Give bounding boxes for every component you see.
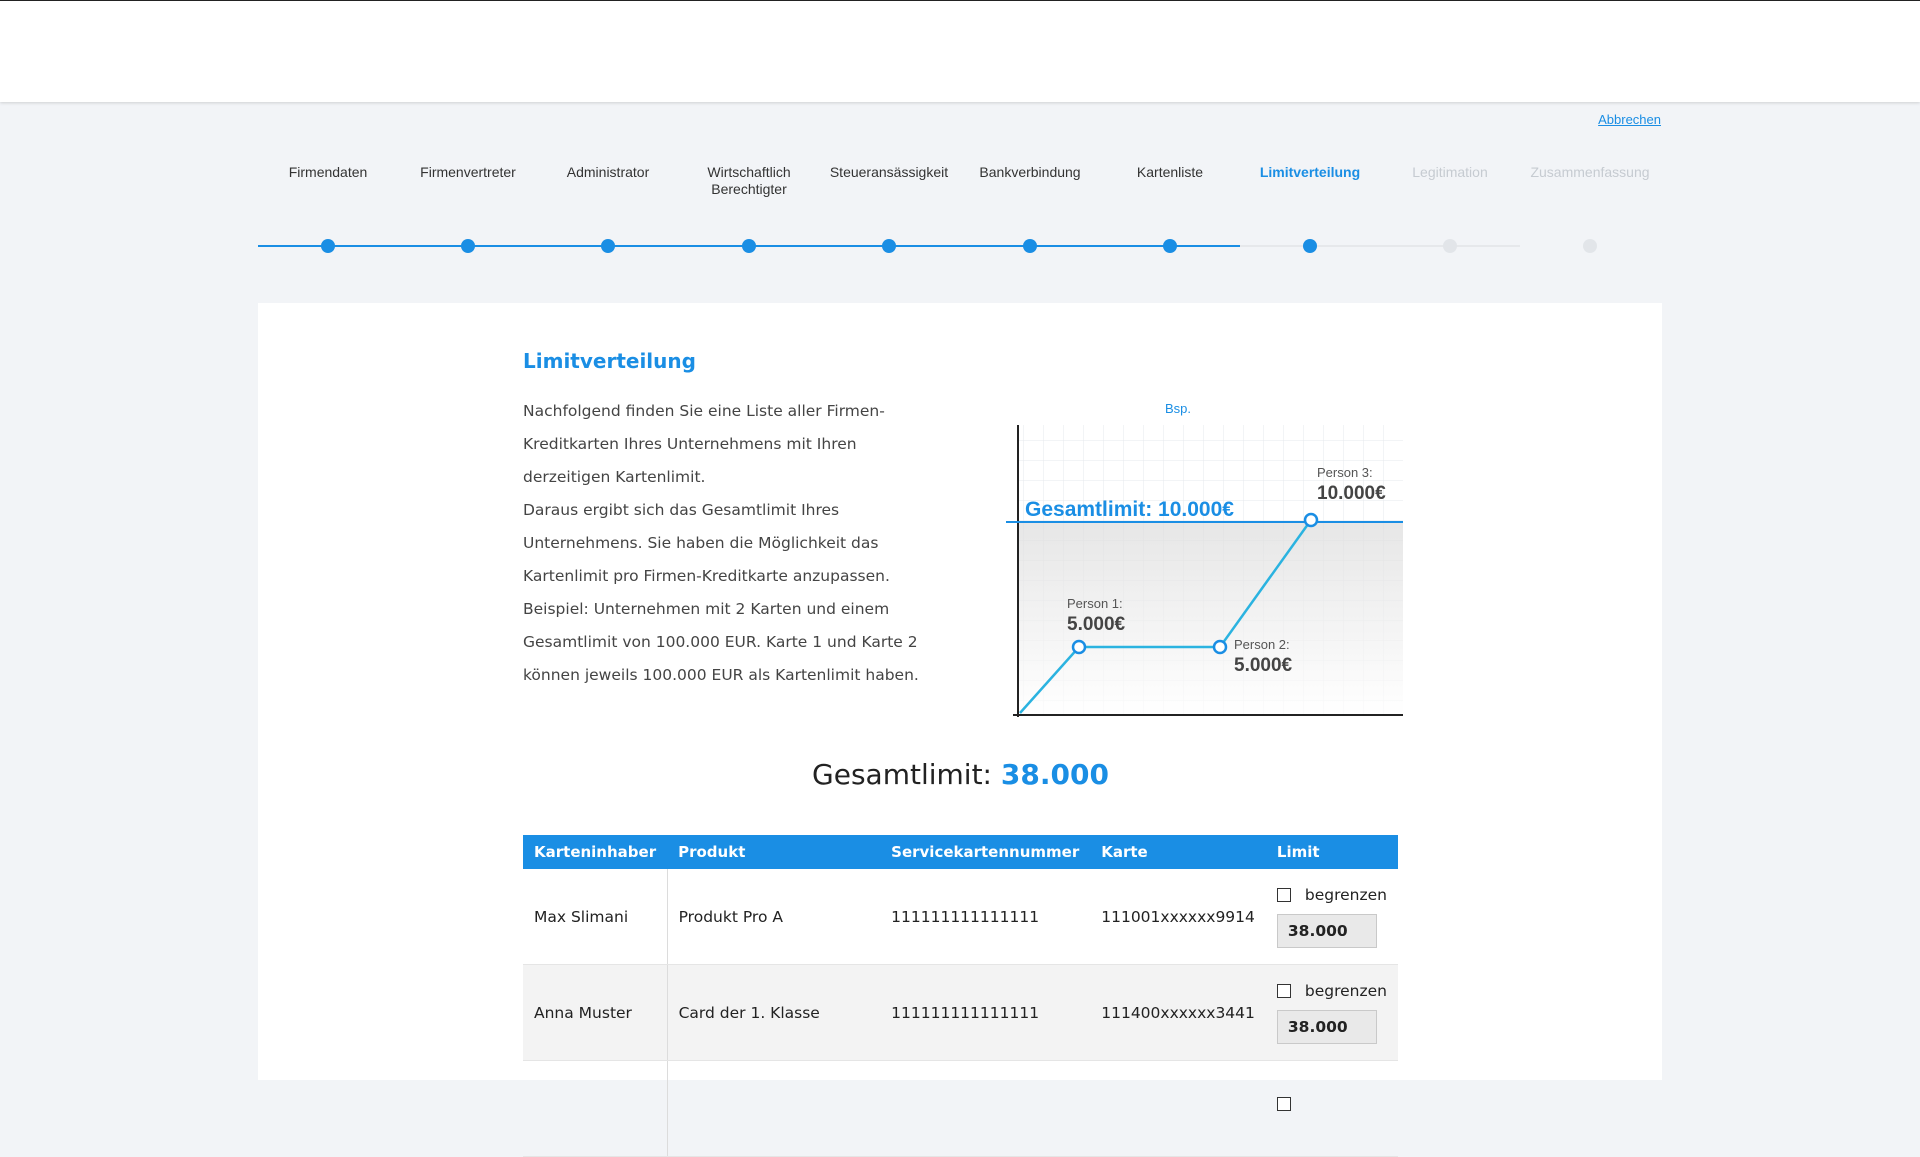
top-header-bar — [0, 0, 1920, 102]
table-header-row: Karteninhaber Produkt Servicekartennumme… — [523, 835, 1398, 869]
cell-card-number — [1090, 1060, 1266, 1157]
step-label: Legitimation — [1412, 164, 1488, 180]
example-chart-svg: Bsp. Gesamtlimit: 10.000€ Person 1: 5.00… — [1006, 401, 1403, 717]
cell-limit — [1265, 1060, 1398, 1157]
total-limit-value: 38.000 — [1000, 758, 1109, 791]
chart-point-name: Person 1: — [1067, 596, 1123, 611]
cell-card-number: 111001xxxxxx9914 — [1090, 869, 1266, 965]
step-legitimation: Legitimation — [1380, 164, 1520, 253]
step-label: Administrator — [566, 164, 650, 180]
step-dot — [1163, 239, 1177, 253]
chart-total-label: Gesamtlimit: 10.000€ — [1025, 498, 1234, 521]
stepper-remaining-line — [1240, 245, 1520, 247]
cell-service-number — [880, 1060, 1091, 1157]
column-header-karteninhaber: Karteninhaber — [523, 835, 668, 869]
main-card: Limitverteilung Nachfolgend finden Sie e… — [258, 303, 1662, 1157]
description-paragraph: Daraus ergibt sich das Gesamtlimit Ihres… — [523, 501, 890, 585]
step-label: Kartenliste — [1136, 164, 1204, 180]
limit-checkbox[interactable] — [1276, 1096, 1291, 1111]
step-bankverbindung[interactable]: Bankverbindung — [960, 164, 1100, 253]
step-dot — [461, 239, 475, 253]
limit-input[interactable] — [1276, 913, 1377, 948]
chart-point-name: Person 2: — [1234, 637, 1290, 652]
limit-checkbox-row — [1276, 1096, 1387, 1111]
column-header-limit: Limit — [1265, 835, 1398, 869]
chart-caption: Bsp. — [1165, 401, 1191, 416]
cell-product: Produkt Pro A — [667, 869, 881, 965]
chart-point-person-1 — [1071, 639, 1087, 655]
limit-checkbox-label: begrenzen — [1304, 981, 1387, 1000]
description-paragraph: Nachfolgend finden Sie eine Liste aller … — [523, 402, 885, 486]
step-dot — [882, 239, 896, 253]
step-administrator[interactable]: Administrator — [538, 164, 678, 253]
step-dot — [1303, 239, 1317, 253]
cell-holder: Anna Muster — [523, 964, 668, 1061]
limit-checkbox[interactable] — [1276, 887, 1291, 902]
limit-input[interactable] — [1276, 1009, 1377, 1044]
chart-point-person-2 — [1212, 639, 1228, 655]
cell-limit: begrenzen — [1265, 869, 1398, 965]
chart-point-value: 5.000€ — [1234, 655, 1293, 676]
step-dot — [1583, 239, 1597, 253]
chart-point-name: Person 3: — [1317, 465, 1373, 480]
cell-product: Card der 1. Klasse — [667, 964, 881, 1061]
step-label: Firmenvertreter — [420, 164, 516, 180]
table-row — [523, 1060, 1398, 1157]
cell-limit: begrenzen — [1265, 964, 1398, 1061]
chart-point-value: 10.000€ — [1317, 483, 1386, 504]
step-label: Wirtschaftlich Berechtigter — [707, 164, 791, 197]
column-header-produkt: Produkt — [667, 835, 881, 869]
step-zusammenfassung: Zusammenfassung — [1520, 164, 1660, 253]
limit-checkbox-row: begrenzen — [1276, 981, 1387, 1000]
step-dot — [742, 239, 756, 253]
cell-service-number: 111111111111111 — [880, 964, 1091, 1061]
cell-holder — [523, 1060, 668, 1157]
step-wirtschaftlich-berechtigter[interactable]: Wirtschaftlich Berechtigter — [679, 164, 819, 253]
column-header-karte: Karte — [1090, 835, 1266, 869]
cell-holder: Max Slimani — [523, 869, 668, 965]
step-label: Zusammenfassung — [1530, 164, 1650, 180]
limit-checkbox[interactable] — [1276, 983, 1291, 998]
chart-point-person-3 — [1303, 512, 1319, 528]
card-limit-table: Karteninhaber Produkt Servicekartennumme… — [523, 835, 1398, 1157]
step-limitverteilung[interactable]: Limitverteilung — [1240, 164, 1380, 253]
example-limit-chart: Bsp. Gesamtlimit: 10.000€ Person 1: 5.00… — [983, 400, 1403, 725]
step-label: Bankverbindung — [979, 164, 1081, 180]
step-firmendaten[interactable]: Firmendaten — [258, 164, 398, 253]
total-limit: Gesamtlimit: 38.000 — [523, 758, 1398, 791]
step-steueransaessigkeit[interactable]: Steueransässigkeit — [819, 164, 959, 253]
step-dot — [1443, 239, 1457, 253]
step-label: Firmendaten — [288, 164, 368, 180]
step-label: Steueransässigkeit — [829, 164, 949, 180]
column-header-servicekartennummer: Servicekartennummer — [880, 835, 1091, 869]
cell-product — [667, 1060, 881, 1157]
section-description: Nachfolgend finden Sie eine Liste aller … — [523, 395, 943, 692]
cell-service-number: 111111111111111 — [880, 869, 1091, 965]
progress-stepper: Firmendaten Firmenvertreter Administrato… — [258, 164, 1662, 264]
step-firmenvertreter[interactable]: Firmenvertreter — [398, 164, 538, 253]
table-row: Anna Muster Card der 1. Klasse 111111111… — [523, 964, 1398, 1061]
step-dot — [1023, 239, 1037, 253]
limit-checkbox-row: begrenzen — [1276, 885, 1387, 904]
step-dot — [601, 239, 615, 253]
description-paragraph: Beispiel: Unternehmen mit 2 Karten und e… — [523, 600, 919, 684]
table-row: Max Slimani Produkt Pro A 11111111111111… — [523, 869, 1398, 965]
step-kartenliste[interactable]: Kartenliste — [1100, 164, 1240, 253]
chart-point-value: 5.000€ — [1067, 614, 1126, 635]
cell-card-number: 111400xxxxxx3441 — [1090, 964, 1266, 1061]
step-label: Limitverteilung — [1259, 164, 1361, 180]
total-limit-label: Gesamtlimit: — [812, 758, 992, 791]
section-title: Limitverteilung — [523, 349, 696, 373]
cancel-link[interactable]: Abbrechen — [1598, 112, 1661, 127]
limit-checkbox-label: begrenzen — [1304, 885, 1387, 904]
step-dot — [321, 239, 335, 253]
